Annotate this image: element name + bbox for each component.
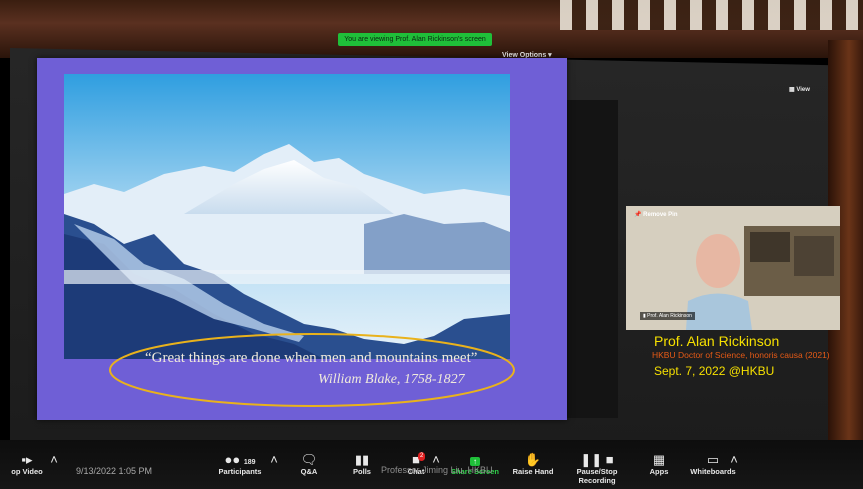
remove-pin-button[interactable]: 📌 Remove Pin — [634, 211, 678, 218]
pin-icon: 📌 — [634, 212, 642, 218]
speaker-caption-date: Sept. 7, 2022 @HKBU — [654, 364, 775, 378]
apps-label: Apps — [649, 467, 669, 476]
signal-icon: ▮ — [643, 313, 646, 319]
raise-hand-label: Raise Hand — [512, 467, 554, 476]
video-options-chevron[interactable]: ˄ — [48, 452, 60, 467]
qa-icon: 🗨 — [300, 452, 318, 467]
whiteboards-label: Whiteboards — [690, 467, 736, 476]
chevron-up-icon: ˄ — [730, 452, 738, 467]
screen-share-banner: You are viewing Prof. Alan Rickinson's s… — [338, 33, 492, 46]
remove-pin-label: Remove Pin — [643, 212, 678, 218]
participants-label: Participants — [218, 467, 262, 476]
participant-count: 189 — [243, 459, 256, 466]
grid-icon: ▦ — [789, 87, 795, 93]
view-toggle-button[interactable]: ▦ View — [789, 86, 810, 93]
participants-icon: ●● 189 — [224, 452, 256, 467]
photo-watermark: Professor Jiming Liu, HKBU — [381, 465, 493, 475]
polls-icon: ▮▮ — [354, 452, 370, 467]
apps-icon: ▦ — [652, 452, 666, 467]
chevron-up-icon: ˄ — [270, 452, 278, 467]
polls-button[interactable]: ▮▮ Polls — [348, 452, 376, 476]
video-name-tag-label: Prof. Alan Rickinson — [647, 313, 692, 319]
speaker-caption-name: Prof. Alan Rickinson — [654, 333, 780, 349]
qa-button[interactable]: 🗨 Q&A — [295, 452, 323, 476]
qa-label: Q&A — [300, 467, 318, 476]
participants-chevron[interactable]: ˄ — [268, 452, 280, 467]
whiteboards-chevron[interactable]: ˄ — [728, 452, 740, 467]
video-camera-icon: ▪▸ — [21, 452, 33, 467]
recording-label: Pause/Stop Recording — [576, 467, 618, 485]
recording-button[interactable]: ❚❚ ■ Pause/Stop Recording — [560, 452, 634, 485]
pause-stop-icon: ❚❚ ■ — [580, 452, 614, 467]
mountain-photo — [64, 74, 510, 359]
highlight-ellipse — [109, 333, 515, 407]
stop-video-label: op Video — [11, 467, 43, 476]
stop-video-button[interactable]: ▪▸ op Video — [2, 452, 52, 476]
apps-button[interactable]: ▦ Apps — [644, 452, 674, 476]
view-toggle-label: View — [796, 87, 810, 93]
chat-badge: 2 — [418, 452, 426, 461]
raise-hand-button[interactable]: ✋ Raise Hand — [511, 452, 555, 476]
speaker-caption-degree: HKBU Doctor of Science, honoris causa (2… — [652, 350, 830, 360]
ceiling-slats — [560, 0, 863, 30]
polls-label: Polls — [353, 467, 371, 476]
timestamp: 9/13/2022 1:05 PM — [76, 466, 153, 476]
chevron-up-icon: ˄ — [50, 452, 58, 467]
video-name-tag: ▮ Prof. Alan Rickinson — [640, 312, 695, 320]
participants-button[interactable]: ●● 189 Participants — [212, 452, 268, 476]
raise-hand-icon: ✋ — [524, 452, 542, 467]
